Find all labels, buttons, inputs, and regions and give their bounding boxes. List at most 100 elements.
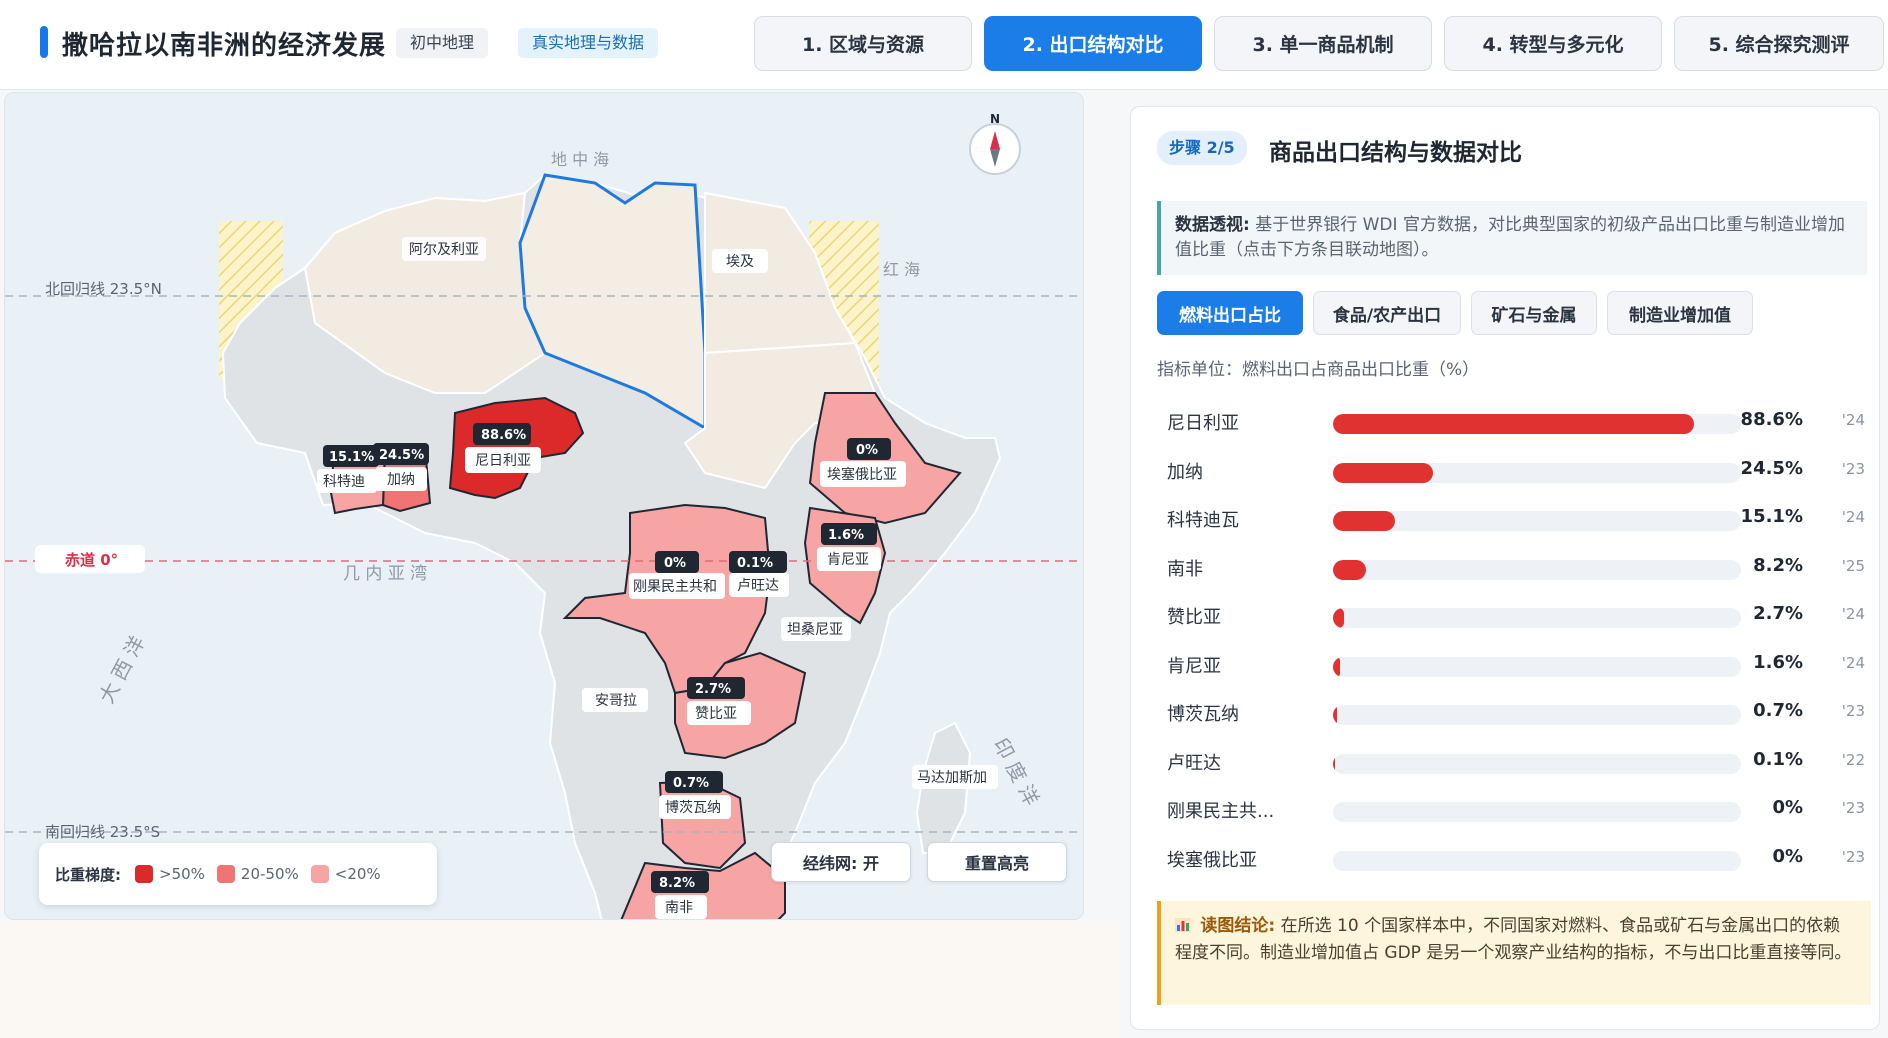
- data-rows: 尼日利亚 88.6% '24 加纳 24.5% '23 科特迪瓦 15.1% '24 南非 8.2%…: [1157, 397, 1865, 883]
- row-year: '23: [1841, 799, 1865, 817]
- map-marker-nigeria[interactable]: 88.6% 尼日利亚: [465, 423, 541, 473]
- row-bar-fill: [1333, 753, 1335, 774]
- marker-value-ethiopia: 0%: [856, 443, 878, 458]
- data-row[interactable]: 博茨瓦纳 0.7% '23: [1157, 688, 1865, 737]
- subtab-ores-metals[interactable]: 矿石与金属: [1471, 291, 1597, 335]
- data-row[interactable]: 尼日利亚 88.6% '24: [1157, 397, 1865, 446]
- tab-single-commodity[interactable]: 3. 单一商品机制: [1214, 16, 1432, 71]
- sea-label-mediterranean: 地 中 海: [551, 150, 609, 169]
- marker-name-zambia: 赞比亚: [695, 706, 737, 722]
- map-panel: 地 中 海 红 海 几 内 亚 湾 大 西 洋 印 度 洋 北回归线 23.5°…: [4, 92, 1084, 920]
- row-bar-fill: [1333, 511, 1395, 531]
- conclusion-text: 在所选 10 个国家样本中，不同国家对燃料、食品或矿石与金属出口的依赖程度不同。…: [1175, 916, 1852, 963]
- row-country-name: 科特迪瓦: [1167, 510, 1239, 531]
- map-marker-kenya[interactable]: 1.6% 肯尼亚: [817, 523, 881, 571]
- data-row[interactable]: 科特迪瓦 15.1% '24: [1157, 494, 1865, 543]
- tropic-capricorn-label: 南回归线 23.5°S: [45, 823, 160, 841]
- panel-title: 商品出口结构与数据对比: [1269, 140, 1522, 166]
- marker-value-kenya: 1.6%: [828, 528, 864, 543]
- row-bar-track: [1333, 753, 1741, 774]
- data-row[interactable]: 南非 8.2% '25: [1157, 543, 1865, 592]
- legend-swatch-high: [135, 865, 153, 883]
- label-angola: 安哥拉: [595, 693, 637, 709]
- data-row[interactable]: 刚果民主共... 0% '23: [1157, 785, 1865, 834]
- legend-item-mid: 20-50%: [216, 865, 299, 883]
- map-marker-botswana[interactable]: 0.7% 博茨瓦纳: [659, 771, 731, 819]
- tab-comprehensive-quiz[interactable]: 5. 综合探究测评: [1674, 16, 1884, 71]
- subtab-manufacturing[interactable]: 制造业增加值: [1607, 291, 1753, 335]
- row-bar-track: [1333, 705, 1741, 725]
- marker-value-drc: 0%: [664, 556, 686, 571]
- tag-grade: 初中地理: [396, 28, 489, 58]
- reset-highlight-button[interactable]: 重置高亮: [927, 842, 1067, 882]
- subtab-fuel-export[interactable]: 燃料出口占比: [1157, 291, 1303, 335]
- row-country-name: 加纳: [1167, 461, 1203, 483]
- map-marker-ghana[interactable]: 24.5% 加纳: [373, 443, 429, 491]
- conclusion-label: 读图结论:: [1200, 916, 1276, 936]
- row-bar-fill: [1333, 559, 1367, 580]
- insight-label: 数据透视:: [1175, 215, 1250, 235]
- row-value: 0%: [1772, 797, 1803, 818]
- map-marker-zambia[interactable]: 2.7% 赞比亚: [687, 677, 751, 725]
- app-title: 撒哈拉以南非洲的经济发展: [62, 31, 387, 61]
- map-marker-south-africa[interactable]: 8.2% 南非: [651, 871, 709, 919]
- legend-label-high: >50%: [159, 865, 205, 883]
- compass-n-label: N: [990, 112, 1000, 126]
- tab-transformation[interactable]: 4. 转型与多元化: [1444, 16, 1662, 71]
- data-row[interactable]: 卢旺达 0.1% '22: [1157, 737, 1865, 786]
- row-year: '25: [1841, 556, 1865, 575]
- row-bar-track: [1333, 802, 1741, 822]
- marker-name-kenya: 肯尼亚: [827, 552, 869, 568]
- marker-value-zambia: 2.7%: [695, 682, 731, 697]
- marker-name-nigeria: 尼日利亚: [475, 453, 531, 469]
- row-country-name: 埃塞俄比亚: [1167, 849, 1257, 871]
- row-year: '22: [1841, 750, 1865, 769]
- data-row[interactable]: 埃塞俄比亚 0% '23: [1157, 834, 1865, 883]
- label-egypt: 埃及: [726, 254, 754, 270]
- subtab-food-export[interactable]: 食品/农产出口: [1313, 291, 1461, 335]
- tab-region-resources[interactable]: 1. 区域与资源: [754, 16, 972, 71]
- row-year: '23: [1841, 702, 1865, 720]
- row-bar-track: [1333, 511, 1741, 531]
- row-country-name: 肯尼亚: [1167, 655, 1221, 677]
- data-row[interactable]: 肯尼亚 1.6% '24: [1157, 640, 1865, 689]
- legend-label-low: <20%: [334, 865, 381, 883]
- data-row[interactable]: 加纳 24.5% '23: [1157, 446, 1865, 495]
- title-accent-bar: [40, 26, 48, 58]
- map-marker-rwanda[interactable]: 0.1% 卢旺达: [729, 551, 789, 597]
- row-year: '23: [1841, 459, 1865, 478]
- equator-label: 赤道 0°: [65, 551, 118, 569]
- bar-chart-icon: [1175, 914, 1191, 932]
- data-row[interactable]: 赞比亚 2.7% '24: [1157, 591, 1865, 640]
- marker-name-rwanda: 卢旺达: [737, 578, 779, 594]
- marker-name-ghana: 加纳: [387, 472, 415, 488]
- label-tanzania: 坦桑尼亚: [787, 622, 843, 638]
- label-algeria: 阿尔及利亚: [409, 242, 479, 258]
- row-country-name: 博茨瓦纳: [1167, 704, 1239, 725]
- marker-value-rwanda: 0.1%: [737, 556, 773, 571]
- sea-label-red-sea: 红 海: [883, 260, 920, 279]
- row-value: 0.7%: [1753, 700, 1803, 721]
- row-year: '24: [1841, 411, 1865, 429]
- marker-value-cote-divoire: 15.1%: [329, 450, 374, 465]
- row-value: 15.1%: [1740, 506, 1803, 527]
- row-bar-fill: [1333, 608, 1345, 628]
- row-value: 0%: [1772, 845, 1803, 867]
- unit-label: 指标单位：燃料出口占商品出口比重（%）: [1157, 360, 1480, 380]
- map-marker-cote-divoire[interactable]: 15.1% 科特迪: [317, 445, 379, 493]
- tab-export-structure[interactable]: 2. 出口结构对比: [984, 16, 1202, 71]
- row-year: '24: [1841, 653, 1865, 672]
- grid-toggle-button[interactable]: 经纬网: 开: [771, 842, 911, 882]
- row-year: '24: [1841, 508, 1865, 526]
- row-bar-track: [1333, 656, 1741, 677]
- row-value: 88.6%: [1740, 409, 1803, 430]
- row-value: 8.2%: [1753, 554, 1803, 576]
- row-country-name: 卢旺达: [1167, 752, 1221, 774]
- row-year: '23: [1841, 847, 1865, 866]
- marker-value-ghana: 24.5%: [379, 448, 424, 463]
- sea-label-atlantic: 大 西 洋: [94, 632, 149, 707]
- tag-data: 真实地理与数据: [518, 28, 659, 58]
- marker-value-botswana: 0.7%: [673, 776, 709, 791]
- legend-label-mid: 20-50%: [240, 865, 299, 883]
- conclusion-box: 读图结论: 在所选 10 个国家样本中，不同国家对燃料、食品或矿石与金属出口的依…: [1157, 901, 1871, 1005]
